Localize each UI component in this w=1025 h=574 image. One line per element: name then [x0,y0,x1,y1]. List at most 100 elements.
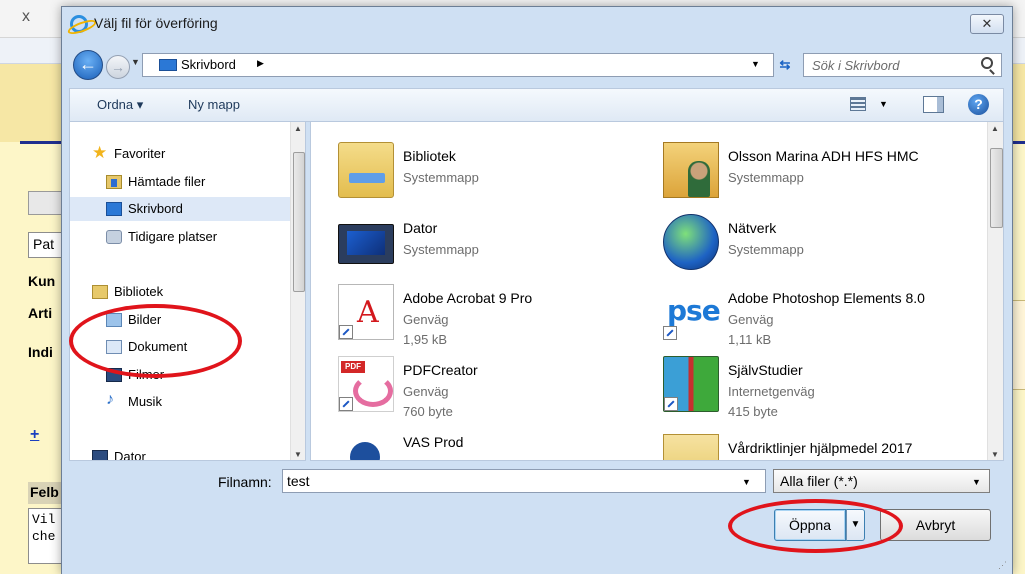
nav-item-filmer[interactable]: Filmer [70,363,290,387]
back-button[interactable]: ← [73,50,103,80]
file-name: Adobe Photoshop Elements 8.0 [728,290,925,306]
nav-item-hamtade-filer[interactable]: Hämtade filer [70,170,290,194]
scroll-down-icon[interactable]: ▼ [294,450,302,459]
page-label-kun: Kun [28,273,56,289]
nav-item-label: Musik [128,394,162,409]
scroll-down-icon[interactable]: ▼ [991,450,999,459]
nav-item-label: Favoriter [114,146,166,161]
file-type: Systemmapp [403,170,479,185]
view-dropdown-icon[interactable]: ▼ [879,99,888,109]
file-type: Internetgenväg [728,384,815,399]
page-label-arti: Arti [28,305,53,321]
acrobat-icon [338,284,394,340]
filename-input[interactable]: test [282,469,766,493]
file-size: 415 byte [728,404,778,419]
nav-item-label: Dokument [128,339,188,354]
page-label-indi: Indi [28,344,53,360]
file-type: Systemmapp [403,242,479,257]
file-size: 1,95 kB [403,332,448,347]
dialog-footer: Filnamn: test ▼ Alla filer (*.*) ▼ Öppna… [62,462,1012,574]
nav-scroll-thumb[interactable] [293,152,305,292]
refresh-icon[interactable]: ⇆ [772,55,798,77]
address-dropdown-icon[interactable]: ▼ [751,59,760,69]
breadcrumb-arrow-icon[interactable]: ▶ [257,58,264,69]
file-type: Systemmapp [728,242,804,257]
filename-dropdown-icon[interactable]: ▼ [742,477,751,487]
desktop-folder-icon [159,59,177,71]
change-view-icon[interactable] [850,97,866,111]
file-list-scrollbar[interactable]: ▲ ▼ [987,122,1003,460]
dialog-titlebar[interactable]: Välj fil för överföring ✕ [62,7,1012,43]
file-item-vas-prod[interactable]: VAS Prod [338,428,658,460]
file-type-select[interactable]: Alla filer (*.*) [773,469,990,493]
file-name: Nätverk [728,220,777,236]
file-scroll-thumb[interactable] [990,148,1003,228]
cancel-button[interactable]: Avbryt [880,509,991,541]
videos-icon [106,368,122,382]
address-field[interactable]: Skrivbord ▶ [142,53,774,77]
desktop-icon [106,202,122,216]
file-item-natverk[interactable]: Nätverk Systemmapp [663,214,983,280]
scroll-up-icon[interactable]: ▲ [294,124,302,133]
nav-item-favoriter[interactable]: ★ Favoriter [70,142,290,166]
file-item-bibliotek[interactable]: Bibliotek Systemmapp [338,142,658,208]
nav-item-label: Bibliotek [114,284,164,299]
recent-locations-dropdown-icon[interactable]: ▼ [131,57,140,67]
computer-icon [338,224,394,264]
documents-icon [106,340,122,354]
organize-menu-button[interactable]: Ordna ▾ [97,97,143,113]
nav-item-tidigare-platser[interactable]: Tidigare platser [70,225,290,249]
file-name: Bibliotek [403,148,456,164]
open-button[interactable]: Öppna [774,509,846,541]
file-item-adobe-acrobat[interactable]: Adobe Acrobat 9 Pro Genväg 1,95 kB [338,284,658,350]
resize-grip-icon[interactable]: ⋰ [998,560,1007,571]
file-item-olsson-marina[interactable]: Olsson Marina ADH HFS HMC Systemmapp [663,142,983,208]
nav-scrollbar[interactable]: ▲ ▼ [290,122,305,460]
file-name: VAS Prod [403,434,464,450]
star-icon: ★ [92,143,108,162]
search-icon[interactable] [981,57,993,69]
close-button[interactable]: ✕ [970,14,1004,34]
scroll-up-icon[interactable]: ▲ [991,124,999,133]
file-size: 1,11 kB [728,332,772,347]
nav-item-skrivbord[interactable]: Skrivbord [70,197,290,221]
add-link[interactable]: + [30,426,39,444]
open-options-dropdown-icon[interactable]: ▼ [846,509,865,541]
tab-close-icon[interactable]: x [22,8,30,26]
file-item-pdfcreator[interactable]: PDFCreator Genväg 760 byte [338,356,658,422]
nav-item-dokument[interactable]: Dokument [70,335,290,359]
library-folder-icon [338,142,394,198]
nav-item-bilder[interactable]: Bilder [70,308,290,332]
file-type: Genväg [728,312,774,327]
search-placeholder: Sök i Skrivbord [812,58,900,73]
navigation-pane: ★ Favoriter Hämtade filer Skrivbord Tidi… [69,122,306,461]
nav-item-label: Dator [114,449,146,461]
address-location[interactable]: Skrivbord [181,57,236,72]
preview-pane-icon[interactable] [923,96,944,113]
dialog-title: Välj fil för överföring [94,15,218,31]
computer-icon [92,450,108,460]
search-input[interactable]: Sök i Skrivbord [803,53,1002,77]
vas-icon [350,442,380,460]
shortcut-arrow-icon [339,397,353,411]
nav-item-dator[interactable]: Dator [70,445,290,461]
forward-button[interactable]: → [106,55,130,79]
file-item-photoshop-elements[interactable]: Adobe Photoshop Elements 8.0 Genväg 1,11… [663,284,983,350]
nav-item-bibliotek[interactable]: Bibliotek [70,280,290,304]
nav-item-musik[interactable]: ♪ Musik [70,390,290,414]
file-item-sjalvstudier[interactable]: SjälvStudier Internetgenväg 415 byte [663,356,983,422]
file-item-dator[interactable]: Dator Systemmapp [338,214,658,280]
help-icon[interactable]: ? [968,94,989,115]
file-list-pane: Bibliotek Systemmapp Olsson Marina ADH H… [310,122,1004,461]
file-size: 760 byte [403,404,453,419]
file-name: Dator [403,220,438,236]
internet-explorer-icon [70,15,88,33]
new-folder-button[interactable]: Ny mapp [188,97,240,112]
folder-icon [663,434,719,460]
downloads-folder-icon [106,175,122,189]
file-type-dropdown-icon[interactable]: ▼ [972,477,981,487]
file-item-vardriktlinjer[interactable]: Vårdriktlinjer hjälpmedel 2017 [663,434,983,460]
file-name: PDFCreator [403,362,478,378]
file-type: Systemmapp [728,170,804,185]
shortcut-arrow-icon [663,326,677,340]
